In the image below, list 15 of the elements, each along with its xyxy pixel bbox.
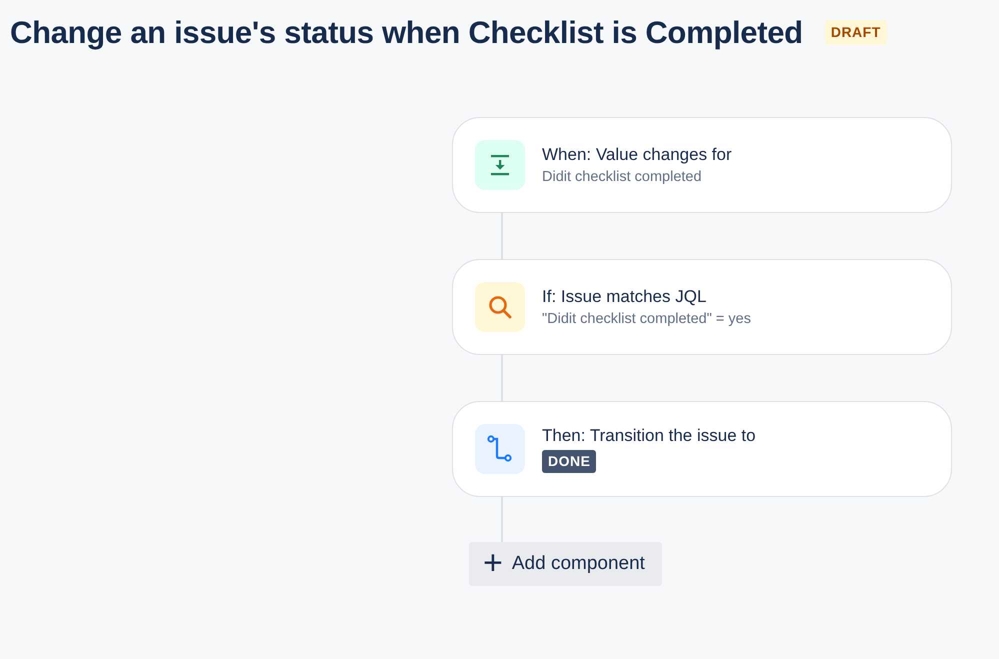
search-icon (487, 294, 513, 320)
component-card[interactable]: Then: Transition the issue to DONE (452, 401, 952, 498)
add-component-button[interactable]: + Add component (469, 542, 662, 586)
component-card[interactable]: When: Value changes for Didit checklist completed (452, 117, 952, 214)
status-lozenge: DONE (542, 450, 596, 473)
component-heading: When: Value changes for (542, 144, 732, 166)
component-detail: "Didit checklist completed" = yes (542, 310, 751, 329)
component-heading: If: Issue matches JQL (542, 286, 708, 308)
component-heading: Then: Transition the issue to (542, 424, 756, 447)
page-title: Change an issue's status when Checklist is Completed (10, 14, 803, 52)
download-icon (489, 154, 511, 176)
component-detail: Didit checklist completed (542, 168, 703, 187)
component-card[interactable]: If: Issue matches JQL "Didit checklist completed" = yes (452, 259, 952, 356)
status-badge: DRAFT (824, 20, 887, 46)
transition-path-icon (487, 435, 513, 464)
